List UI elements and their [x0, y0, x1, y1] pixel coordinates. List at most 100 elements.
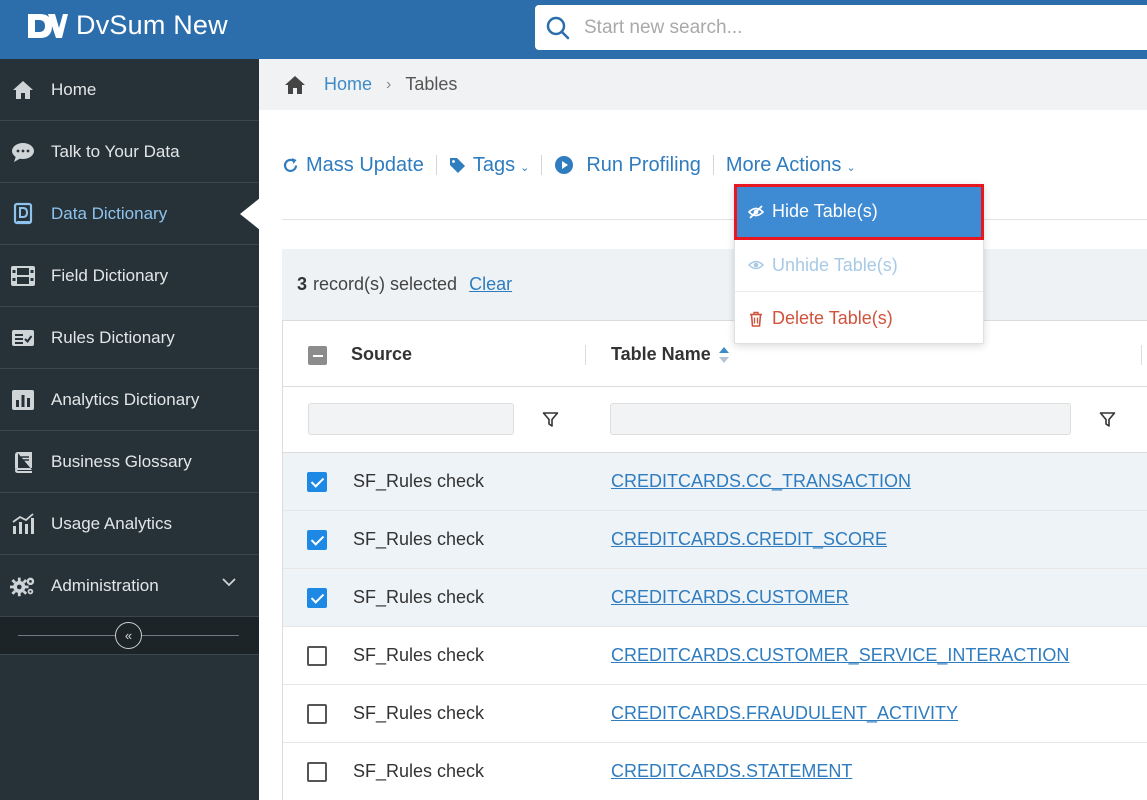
sidebar-item-business-glossary[interactable]: Business Glossary — [0, 431, 259, 493]
row-checkbox[interactable] — [307, 761, 327, 782]
cell-source: SF_Rules check — [353, 529, 485, 549]
sidebar-item-rules-dictionary[interactable]: Rules Dictionary — [0, 307, 259, 369]
column-divider[interactable] — [585, 345, 586, 365]
brand[interactable]: DvSum New — [26, 10, 228, 41]
row-checkbox[interactable] — [307, 645, 327, 666]
run-profiling-button[interactable]: Run Profiling — [554, 154, 701, 177]
search-input[interactable] — [584, 16, 1084, 39]
table-name-filter-input[interactable] — [610, 403, 1071, 435]
tags-button[interactable]: Tags ⌄ — [449, 154, 529, 177]
selected-text: record(s) selected — [313, 274, 458, 294]
cell-table-name-link[interactable]: CREDITCARDS.STATEMENT — [611, 761, 852, 782]
filter-row — [283, 387, 1147, 453]
menu-item-label: Hide Table(s) — [772, 201, 878, 221]
chat-icon — [10, 139, 36, 165]
sidebar-item-usage-analytics[interactable]: Usage Analytics — [0, 493, 259, 555]
tables-grid: Source Table Name SF_Rules check CREDITC… — [282, 320, 1147, 800]
column-header-source[interactable]: Source — [351, 344, 412, 365]
gears-icon — [10, 573, 36, 599]
sidebar-collapse-row: « — [0, 617, 259, 655]
more-actions-label: More Actions — [725, 153, 842, 176]
sort-icon[interactable] — [718, 346, 730, 364]
chevron-down-icon: ⌄ — [520, 161, 530, 174]
table-row[interactable]: SF_Rules check CREDITCARDS.CUSTOMER — [283, 569, 1147, 627]
sidebar-item-label: Analytics Dictionary — [51, 389, 200, 409]
sidebar-item-label: Home — [51, 79, 97, 99]
home-icon[interactable] — [284, 75, 306, 95]
grid-header: Source Table Name — [283, 320, 1147, 387]
more-actions-menu: Hide Table(s) Unhide Table(s) Delete Tab… — [734, 184, 984, 344]
table-row[interactable]: SF_Rules check CREDITCARDS.CC_TRANSACTIO… — [283, 453, 1147, 511]
table-row[interactable]: SF_Rules check CREDITCARDS.FRAUDULENT_AC… — [283, 685, 1147, 743]
sidebar-item-administration[interactable]: Administration — [0, 555, 259, 617]
breadcrumb-home-link[interactable]: Home — [324, 74, 372, 95]
divider — [282, 219, 1147, 220]
sidebar-item-label: Data Dictionary — [51, 203, 168, 223]
sidebar-item-talk-to-your-data[interactable]: Talk to Your Data — [0, 121, 259, 183]
mass-update-button[interactable]: Mass Update — [282, 154, 424, 177]
chevron-right-icon: › — [386, 75, 392, 93]
row-checkbox[interactable] — [307, 703, 327, 724]
chevron-down-icon[interactable] — [221, 574, 237, 590]
row-checkbox[interactable] — [307, 529, 327, 550]
row-checkbox[interactable] — [307, 587, 327, 608]
cell-table-name-link[interactable]: CREDITCARDS.CREDIT_SCORE — [611, 529, 887, 550]
mass-update-label: Mass Update — [306, 153, 424, 176]
search-box[interactable] — [535, 5, 1147, 50]
breadcrumb-current: Tables — [405, 74, 458, 94]
source-filter-input[interactable] — [308, 403, 514, 435]
filter-icon[interactable] — [1099, 411, 1116, 428]
column-header-label: Table Name — [611, 344, 711, 364]
menu-item-hide-tables[interactable]: Hide Table(s) — [734, 184, 984, 240]
rules-icon — [10, 325, 36, 351]
top-bar: DvSum New — [0, 0, 1147, 59]
column-header-table-name[interactable]: Table Name — [611, 344, 730, 365]
clear-selection-link[interactable]: Clear — [469, 274, 512, 295]
cell-table-name-link[interactable]: CREDITCARDS.CC_TRANSACTION — [611, 471, 911, 492]
analytics-icon — [10, 387, 36, 413]
selected-count: 3 — [297, 274, 308, 294]
table-row[interactable]: SF_Rules check CREDITCARDS.CUSTOMER_SERV… — [283, 627, 1147, 685]
sidebar-item-home[interactable]: Home — [0, 59, 259, 121]
cell-source: SF_Rules check — [353, 645, 485, 665]
menu-item-label: Delete Table(s) — [772, 308, 893, 328]
sidebar-item-data-dictionary[interactable]: Data Dictionary — [0, 183, 260, 245]
play-circle-icon — [555, 156, 574, 174]
cell-table-name-link[interactable]: CREDITCARDS.CUSTOMER — [611, 587, 849, 608]
cell-source: SF_Rules check — [353, 761, 485, 781]
breadcrumb: Home › Tables — [259, 59, 1147, 110]
sidebar-item-label: Rules Dictionary — [51, 327, 175, 347]
eye-slash-icon — [748, 204, 764, 219]
selection-bar: 3 record(s) selected Clear — [282, 249, 1147, 320]
eye-icon — [748, 260, 764, 270]
sidebar-item-label: Talk to Your Data — [51, 141, 180, 161]
filter-icon[interactable] — [542, 411, 559, 428]
cell-table-name-link[interactable]: CREDITCARDS.FRAUDULENT_ACTIVITY — [611, 703, 958, 724]
run-profiling-label: Run Profiling — [586, 153, 701, 176]
cell-source: SF_Rules check — [353, 471, 485, 491]
sidebar-item-label: Field Dictionary — [51, 265, 169, 285]
tag-icon — [449, 157, 465, 173]
dvsum-logo-icon — [28, 13, 68, 38]
collapse-sidebar-icon[interactable]: « — [115, 622, 142, 649]
row-checkbox[interactable] — [307, 471, 327, 492]
chevron-down-icon: ⌄ — [846, 161, 856, 174]
cell-source: SF_Rules check — [353, 587, 485, 607]
book-icon — [10, 449, 36, 475]
sidebar-item-field-dictionary[interactable]: Field Dictionary — [0, 245, 259, 307]
toolbar-divider — [541, 155, 543, 175]
more-actions-button[interactable]: More Actions ⌄ — [726, 154, 856, 177]
table-row[interactable]: SF_Rules check CREDITCARDS.STATEMENT — [283, 743, 1147, 800]
select-all-checkbox[interactable] — [308, 346, 327, 365]
menu-item-delete-tables[interactable]: Delete Table(s) — [735, 292, 983, 345]
sidebar-item-label: Administration — [51, 575, 159, 595]
toolbar-divider — [712, 155, 714, 175]
cell-table-name-link[interactable]: CREDITCARDS.CUSTOMER_SERVICE_INTERACTION — [611, 645, 1069, 666]
column-divider[interactable] — [1141, 345, 1142, 365]
app-name: DvSum New — [76, 10, 228, 40]
sidebar-item-analytics-dictionary[interactable]: Analytics Dictionary — [0, 369, 259, 431]
menu-item-unhide-tables[interactable]: Unhide Table(s) — [735, 239, 983, 292]
sidebar-item-label: Business Glossary — [51, 451, 192, 471]
table-row[interactable]: SF_Rules check CREDITCARDS.CREDIT_SCORE — [283, 511, 1147, 569]
search-icon[interactable] — [545, 15, 571, 41]
